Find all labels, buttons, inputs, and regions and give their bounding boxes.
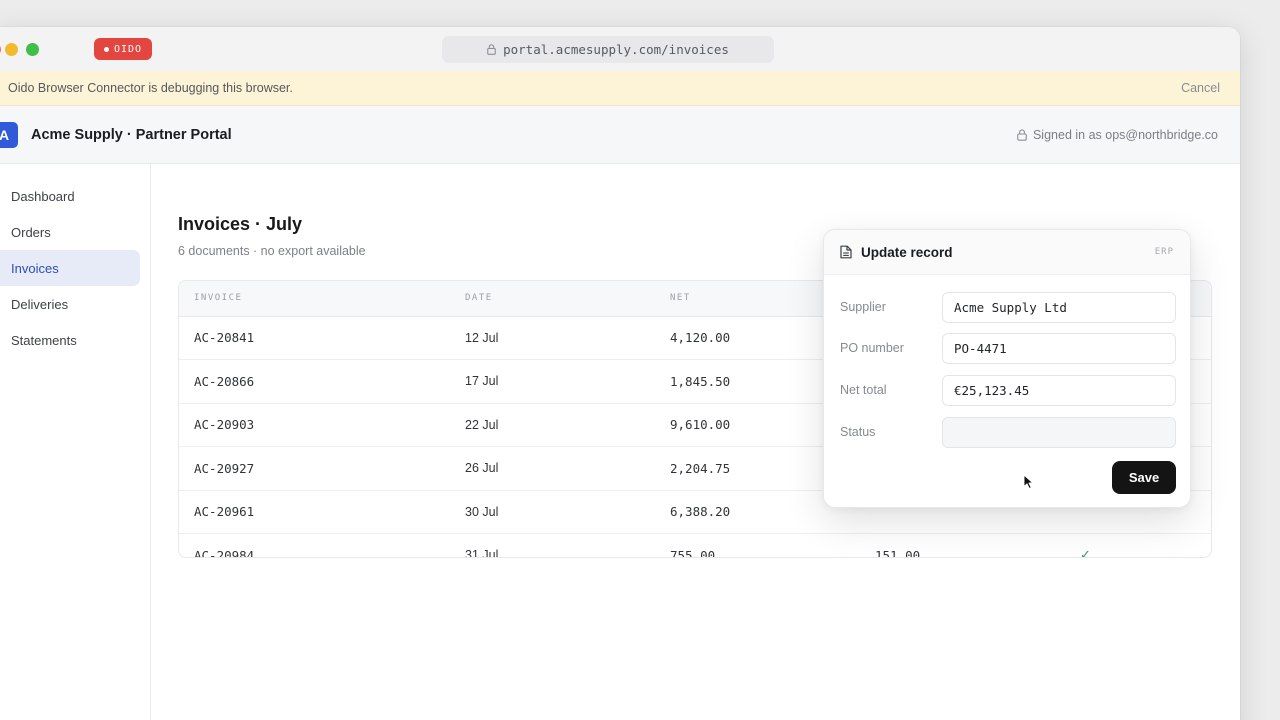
- app-logo: A: [0, 121, 18, 148]
- recording-dot-icon: [104, 46, 109, 52]
- popup-header: Update record ERP: [824, 230, 1190, 275]
- brand: A Acme Supply · Partner Portal: [0, 121, 232, 148]
- sidebar-item-label: Statements: [11, 332, 77, 348]
- invoice-number: AC-20927: [179, 446, 465, 491]
- invoice-number: AC-20866: [179, 359, 465, 404]
- update-record-popup: Update record ERP Supplier PO number Net…: [823, 229, 1191, 508]
- popup-title-group: Update record: [840, 245, 953, 260]
- po-number-row: PO number: [840, 332, 1176, 364]
- supplier-label: Supplier: [840, 300, 886, 314]
- sidebar-item-label: Orders: [11, 224, 51, 240]
- sidebar-item-label: Invoices: [11, 260, 59, 276]
- minimize-window-button[interactable]: [5, 43, 18, 56]
- document-icon: [840, 245, 852, 259]
- popup-title: Update record: [861, 244, 953, 260]
- po-number-label: PO number: [840, 341, 904, 355]
- app-header: A Acme Supply · Partner Portal Signed in…: [0, 106, 1240, 164]
- sidebar-item-orders[interactable]: Orders: [0, 214, 140, 250]
- status-field[interactable]: [942, 416, 1176, 448]
- cancel-debug-link[interactable]: Cancel: [1181, 81, 1220, 95]
- url-text: portal.acmesupply.com/invoices: [503, 42, 729, 57]
- oido-debug-badge[interactable]: OIDO: [94, 38, 153, 60]
- net-total-label: Net total: [840, 383, 887, 397]
- debug-banner: Oido Browser Connector is debugging this…: [0, 71, 1240, 106]
- maximize-window-button[interactable]: [26, 43, 39, 56]
- signed-in-status: Signed in as ops@northbridge.co: [1017, 128, 1218, 142]
- invoice-date: 31 Jul: [465, 533, 670, 557]
- net-total-field[interactable]: [942, 374, 1176, 406]
- sidebar-item-label: Dashboard: [11, 188, 75, 204]
- invoice-number: AC-20984: [179, 533, 465, 557]
- invoice-date: 26 Jul: [465, 446, 670, 491]
- lock-icon: [487, 44, 496, 55]
- sidebar-item-dashboard[interactable]: Dashboard: [0, 178, 140, 214]
- save-button[interactable]: Save: [1112, 461, 1176, 494]
- page-title: Invoices · July: [178, 214, 303, 234]
- invoice-number: AC-20903: [179, 403, 465, 447]
- app-title: Acme Supply · Partner Portal: [31, 126, 232, 143]
- status-label: Status: [840, 425, 876, 439]
- invoice-number: AC-20961: [179, 490, 465, 534]
- sidebar-item-label: Deliveries: [11, 296, 69, 312]
- invoice-date: 17 Jul: [465, 359, 670, 404]
- invoice-tax: 151.00: [875, 533, 1080, 557]
- address-bar[interactable]: portal.acmesupply.com/invoices: [442, 36, 774, 63]
- mouse-cursor-icon: [1023, 474, 1034, 489]
- status-row: Status: [840, 416, 1176, 448]
- invoice-number: AC-20841: [179, 316, 465, 360]
- sidebar-item-invoices[interactable]: Invoices: [0, 250, 140, 286]
- sidebar-item-deliveries[interactable]: Deliveries: [0, 286, 140, 322]
- table-row[interactable]: AC-20984 31 Jul 755.00 151.00 ✓: [179, 533, 1211, 557]
- net-total-row: Net total: [840, 374, 1176, 406]
- signed-in-text: Signed in as ops@northbridge.co: [1032, 127, 1218, 142]
- invoice-date: 30 Jul: [465, 490, 670, 534]
- erp-tag: ERP: [1154, 247, 1174, 257]
- sidebar-item-statements[interactable]: Statements: [0, 322, 140, 358]
- lock-icon: [1017, 128, 1027, 141]
- invoice-date: 12 Jul: [465, 316, 670, 360]
- page-subtitle: 6 documents · no export available: [178, 244, 366, 258]
- column-header-invoice[interactable]: INVOICE: [179, 281, 465, 317]
- close-window-button[interactable]: [0, 43, 1, 56]
- browser-titlebar: OIDO portal.acmesupply.com/invoices: [0, 27, 1240, 71]
- sidebar: Dashboard Orders Invoices Deliveries Sta…: [0, 164, 151, 720]
- invoice-date: 22 Jul: [465, 403, 670, 447]
- supplier-row: Supplier: [840, 291, 1176, 323]
- supplier-field[interactable]: [942, 291, 1176, 323]
- check-icon: ✓: [1080, 533, 1211, 557]
- invoice-net: 755.00: [670, 533, 875, 557]
- column-header-date[interactable]: DATE: [465, 281, 670, 317]
- po-number-field[interactable]: [942, 332, 1176, 364]
- debug-banner-message: Oido Browser Connector is debugging this…: [8, 81, 293, 95]
- oido-badge-label: OIDO: [114, 43, 143, 55]
